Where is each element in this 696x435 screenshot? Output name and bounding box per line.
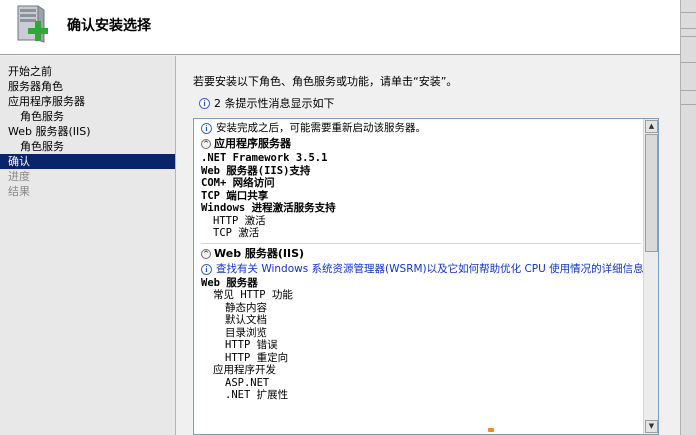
restart-notice-text: 安装完成之后，可能需要重新启动该服务器。 (216, 122, 426, 135)
list-item: Web 服务器 (201, 276, 258, 289)
scroll-up-button[interactable]: ▲ (645, 120, 658, 133)
page-title: 确认安装选择 (67, 18, 151, 34)
section-title: 应用程序服务器 (214, 137, 291, 150)
info-icon: i (201, 263, 212, 275)
list-item: 默认文档 (225, 314, 267, 326)
section-header-web-server-iis[interactable]: ^ Web 服务器(IIS) (201, 246, 644, 262)
content-area: 若要安装以下角色、角色服务或功能，请单击“安装”。 i 2 条提示性消息显示如下… (177, 56, 680, 435)
restart-notice: i 安装完成之后，可能需要重新启动该服务器。 (201, 121, 644, 136)
hint-message: i 2 条提示性消息显示如下 (199, 95, 335, 111)
list-item: .NET Framework 3.5.1 (201, 152, 328, 164)
confirmation-list-panel[interactable]: i 安装完成之后，可能需要重新启动该服务器。 ^ 应用程序服务器 .NET Fr… (193, 118, 659, 435)
cursor-marker (488, 428, 494, 432)
window-edge (680, 0, 696, 435)
list-item: Web 服务器(IIS)支持 (201, 164, 311, 177)
list-item: COM+ 网络访问 (201, 177, 275, 189)
list-item: 常见 HTTP 功能 (213, 289, 293, 301)
nav-item-confirmation[interactable]: 确认 (0, 154, 175, 169)
info-icon: i (199, 97, 210, 109)
list-item: HTTP 激活 (213, 214, 266, 227)
list-item: TCP 端口共享 (201, 189, 269, 202)
nav-item-server-roles[interactable]: 服务器角色 (0, 79, 175, 94)
list-item: 目录浏览 (225, 326, 267, 339)
section-title: Web 服务器(IIS) (214, 246, 305, 260)
list-item: TCP 激活 (213, 227, 260, 239)
wizard-step-nav: 开始之前 服务器角色 应用程序服务器 角色服务 Web 服务器(IIS) 角色服… (0, 56, 176, 435)
scroll-down-button[interactable]: ▼ (645, 420, 658, 433)
info-icon: i (201, 123, 212, 134)
wsrm-link-row: i 查找有关 Windows 系统资源管理器(WSRM)以及它如何帮助优化 CP… (201, 262, 644, 277)
nav-item-app-role-services[interactable]: 角色服务 (0, 109, 175, 124)
nav-item-before-you-begin[interactable]: 开始之前 (0, 64, 175, 79)
collapse-icon[interactable]: ^ (201, 248, 211, 259)
section-divider (201, 242, 641, 244)
panel-content: i 安装完成之后，可能需要重新启动该服务器。 ^ 应用程序服务器 .NET Fr… (194, 119, 644, 434)
list-item: ASP.NET (225, 376, 270, 389)
nav-item-progress: 进度 (8, 170, 30, 183)
list-item: .NET 扩展性 (225, 389, 289, 401)
vertical-scrollbar[interactable]: ▲ ▼ (643, 119, 658, 434)
nav-item-application-server[interactable]: 应用程序服务器 (0, 94, 175, 109)
wizard-header: 确认安装选择 (0, 0, 680, 55)
list-item: Windows 进程激活服务支持 (201, 202, 336, 214)
nav-item-web-server-iis[interactable]: Web 服务器(IIS) (0, 124, 175, 139)
list-item: HTTP 重定向 (225, 351, 289, 364)
nav-item-results: 结果 (8, 185, 30, 198)
list-item: 静态内容 (225, 301, 267, 314)
wsrm-info-link[interactable]: 查找有关 Windows 系统资源管理器(WSRM)以及它如何帮助优化 CPU … (216, 263, 644, 276)
server-add-icon (17, 5, 48, 43)
section-header-application-server[interactable]: ^ 应用程序服务器 (201, 136, 644, 152)
collapse-icon[interactable]: ^ (201, 139, 211, 149)
hint-text: 2 条提示性消息显示如下 (214, 97, 335, 110)
nav-item-iis-role-services[interactable]: 角色服务 (0, 139, 175, 154)
instruction-text: 若要安装以下角色、角色服务或功能，请单击“安装”。 (193, 75, 458, 88)
list-item: HTTP 错误 (225, 339, 278, 351)
scroll-thumb[interactable] (645, 134, 658, 252)
list-item: 应用程序开发 (213, 364, 276, 376)
